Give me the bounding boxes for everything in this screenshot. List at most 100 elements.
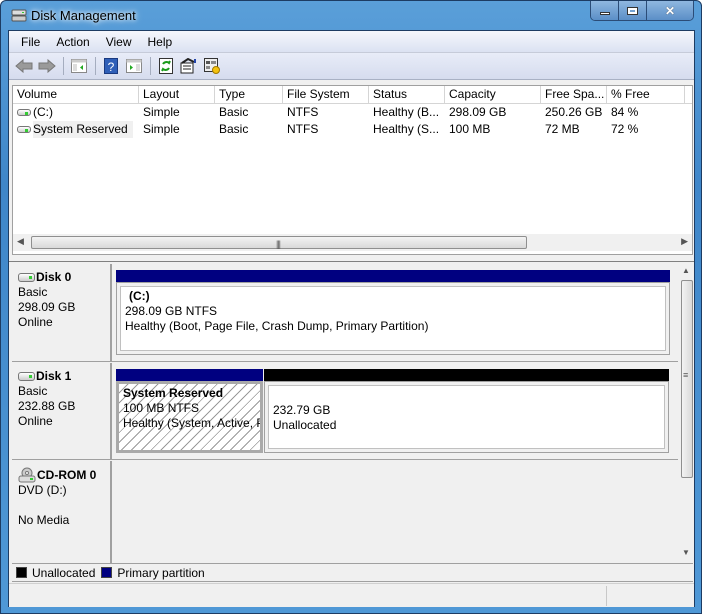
column-header-file-system[interactable]: File System: [283, 86, 369, 104]
disk-0-partitions: (C:) 298.09 GB NTFS Healthy (Boot, Page …: [116, 264, 678, 361]
vertical-scroll-thumb[interactable]: ≡: [681, 280, 693, 478]
arrow-right-icon: [38, 59, 56, 73]
file-system-cell: NTFS: [287, 105, 319, 119]
toolbar-separator: [95, 57, 96, 75]
table-row[interactable]: System Reserved Simple Basic NTFS Health…: [13, 121, 692, 138]
status-cell: Healthy (S...: [373, 122, 440, 136]
free-space-cell: 250.26 GB: [545, 105, 603, 119]
partition-size-fs: 298.09 GB NTFS: [125, 304, 218, 318]
partition-system-reserved[interactable]: System Reserved 100 MB NTFS Healthy (Sys…: [116, 369, 263, 453]
volume-name: (C:): [33, 105, 53, 119]
partition-body-selected: System Reserved 100 MB NTFS Healthy (Sys…: [116, 381, 263, 453]
back-button[interactable]: [13, 56, 35, 76]
horizontal-scroll-thumb[interactable]: |||: [31, 236, 527, 249]
partition-status: Healthy (System, Active, Primary Partiti…: [123, 416, 260, 430]
volume-name: System Reserved: [33, 121, 133, 138]
disk-type: Basic: [18, 384, 48, 398]
show-hide-action-pane-button[interactable]: [123, 56, 145, 76]
maximize-button[interactable]: [619, 1, 647, 20]
disk-1-info[interactable]: Disk 1 Basic 232.88 GB Online: [12, 363, 112, 459]
menu-help[interactable]: Help: [140, 35, 181, 49]
capacity-cell: 298.09 GB: [449, 105, 507, 119]
cdrom-0-row: CD-ROM 0 DVD (D:) No Media: [12, 461, 678, 563]
disk-state: Online: [18, 414, 53, 428]
refresh-icon: [159, 58, 173, 74]
status-bar-segment: [606, 586, 690, 606]
menu-action[interactable]: Action: [48, 35, 97, 49]
capacity-cell: 100 MB: [449, 122, 491, 136]
file-system-cell: NTFS: [287, 122, 319, 136]
partition-details: 232.79 GB Unallocated: [268, 385, 665, 449]
menu-file[interactable]: File: [13, 35, 48, 49]
close-button[interactable]: ✕: [647, 1, 693, 20]
menu-view[interactable]: View: [98, 35, 140, 49]
partition-bar-unallocated: [264, 369, 669, 381]
partition-body: 232.79 GB Unallocated: [264, 381, 669, 453]
disk-management-window: Disk Management ✕ File Action View Help …: [0, 0, 702, 614]
action-pane-icon: [126, 59, 142, 73]
forward-button[interactable]: [36, 56, 58, 76]
svg-text:?: ?: [108, 60, 115, 74]
partition-size-fs: 100 MB NTFS: [123, 401, 200, 415]
legend-label-primary: Primary partition: [117, 565, 205, 580]
rescan-icon: [180, 58, 196, 74]
close-icon: ✕: [664, 3, 676, 18]
partition-status: Healthy (Boot, Page File, Crash Dump, Pr…: [125, 319, 429, 333]
disk-type: DVD (D:): [18, 483, 67, 497]
disk-size: 232.88 GB: [18, 399, 76, 413]
partition-c[interactable]: (C:) 298.09 GB NTFS Healthy (Boot, Page …: [116, 270, 670, 355]
disk-type: Basic: [18, 285, 48, 299]
properties-button[interactable]: [201, 56, 223, 76]
refresh-button[interactable]: [155, 56, 177, 76]
column-header-capacity[interactable]: Capacity: [445, 86, 541, 104]
title-bar[interactable]: Disk Management ✕: [1, 1, 701, 31]
horizontal-scrollbar[interactable]: ◀ ||| ▶: [12, 234, 693, 251]
partition-size: 232.79 GB: [273, 403, 331, 417]
disk-map: Disk 0 Basic 298.09 GB Online (C:) 298.0…: [12, 264, 693, 564]
minimize-button[interactable]: [591, 1, 619, 20]
column-header-status[interactable]: Status: [369, 86, 445, 104]
partition-body: (C:) 298.09 GB NTFS Healthy (Boot, Page …: [116, 282, 670, 355]
partition-label: [273, 388, 660, 403]
volume-list-header: Volume Layout Type File System Status Ca…: [13, 86, 692, 104]
scroll-up-arrow[interactable]: ▲: [682, 266, 690, 275]
disk-name: Disk 1: [36, 369, 72, 383]
column-header-type[interactable]: Type: [215, 86, 283, 104]
pane-splitter[interactable]: [9, 257, 694, 262]
column-header-volume[interactable]: Volume: [13, 86, 139, 104]
type-cell: Basic: [219, 105, 249, 119]
maximize-icon: [627, 6, 638, 15]
partition-details: (C:) 298.09 GB NTFS Healthy (Boot, Page …: [120, 286, 666, 351]
legend: Unallocated Primary partition: [12, 563, 693, 582]
rescan-disks-button[interactable]: [178, 56, 200, 76]
disk-name: CD-ROM 0: [37, 467, 97, 482]
show-hide-console-tree-button[interactable]: [68, 56, 90, 76]
percent-free-cell: 84 %: [611, 105, 639, 119]
caption-buttons: ✕: [590, 1, 694, 21]
free-space-cell: 72 MB: [545, 122, 580, 136]
scroll-down-arrow[interactable]: ▼: [682, 548, 690, 557]
hard-disk-icon: [18, 273, 35, 282]
help-button[interactable]: ?: [100, 56, 122, 76]
vertical-scrollbar[interactable]: ▲ ≡ ▼: [680, 264, 693, 564]
scroll-grip-icon: |||: [276, 239, 281, 249]
partition-label: (C:): [129, 289, 150, 303]
console-tree-icon: [71, 59, 87, 73]
scroll-right-arrow[interactable]: ▶: [681, 236, 688, 247]
disk-management-app-icon: [11, 9, 27, 22]
disk-0-info[interactable]: Disk 0 Basic 298.09 GB Online: [12, 264, 112, 361]
column-header-layout[interactable]: Layout: [139, 86, 215, 104]
volume-cell: (C:): [13, 104, 139, 121]
partition-unallocated[interactable]: 232.79 GB Unallocated: [264, 369, 669, 453]
legend-swatch-primary: [101, 567, 113, 578]
column-header-free-space[interactable]: Free Spa...: [541, 86, 607, 104]
column-header-percent-free[interactable]: % Free: [607, 86, 685, 104]
window-title: Disk Management: [31, 8, 136, 23]
cdrom-0-info[interactable]: CD-ROM 0 DVD (D:) No Media: [12, 461, 112, 563]
volume-cell: System Reserved: [13, 121, 139, 138]
volume-list: Volume Layout Type File System Status Ca…: [12, 85, 693, 255]
partition-status: Unallocated: [273, 418, 337, 432]
table-row[interactable]: (C:) Simple Basic NTFS Healthy (B... 298…: [13, 104, 692, 121]
scroll-left-arrow[interactable]: ◀: [17, 236, 24, 247]
disk-state: Online: [18, 315, 53, 329]
